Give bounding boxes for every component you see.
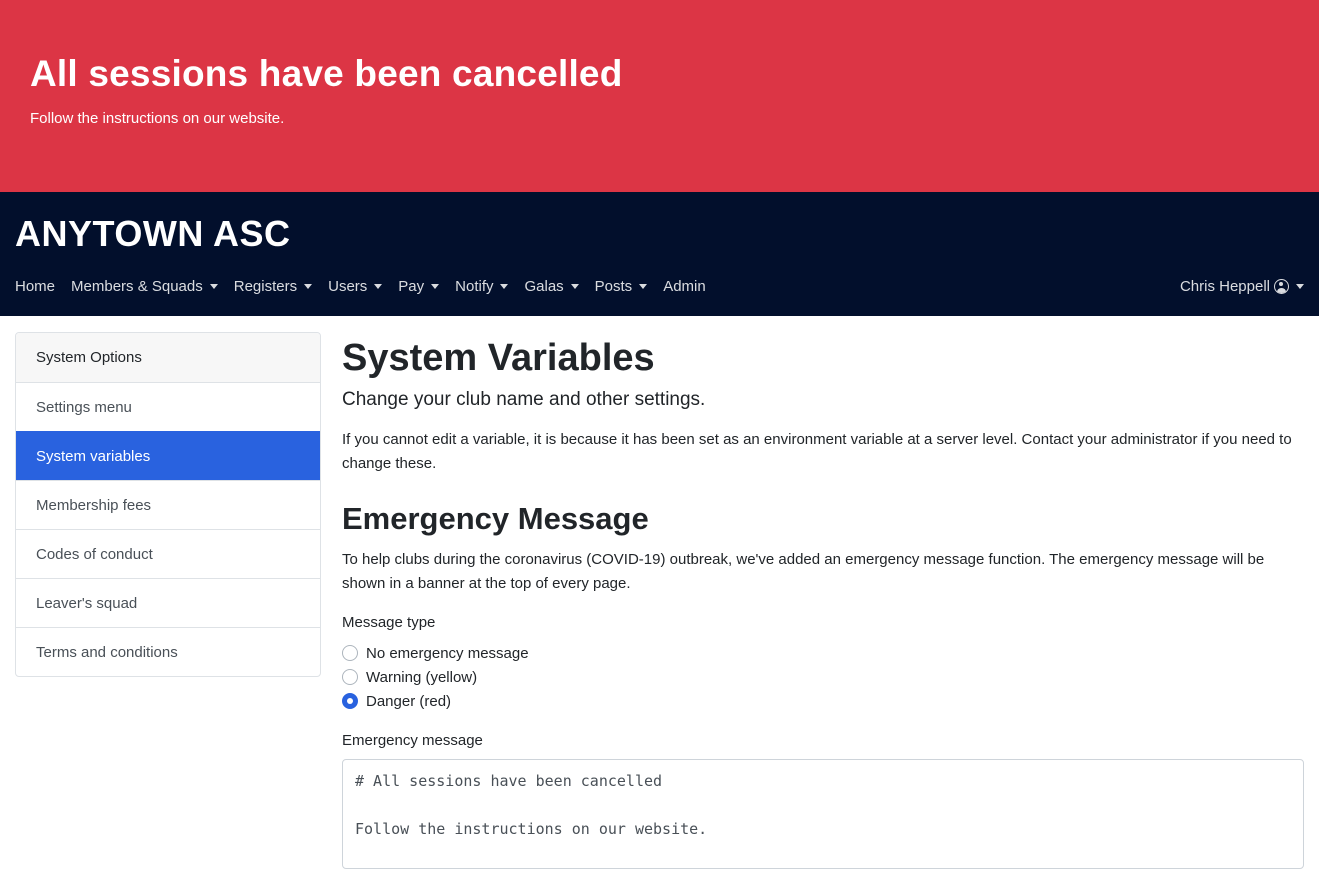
radio-label: Danger (red)	[366, 692, 452, 710]
caret-down-icon	[1296, 284, 1304, 289]
nav-item-label: Users	[328, 278, 368, 295]
radio-button-danger[interactable]	[342, 693, 358, 709]
sidebar-item-codes-of-conduct[interactable]: Codes of conduct	[16, 529, 320, 578]
radio-option-none[interactable]: No emergency message	[342, 641, 1304, 665]
nav-item-members-squads[interactable]: Members & Squads	[71, 278, 218, 295]
page-lead: Change your club name and other settings…	[342, 389, 706, 410]
nav-item-registers[interactable]: Registers	[233, 278, 313, 295]
emergency-message-label: Emergency message	[342, 732, 483, 749]
sidebar-item-leavers-squad[interactable]: Leaver's squad	[16, 578, 320, 627]
user-menu[interactable]: Chris Heppell	[1180, 278, 1304, 295]
radio-option-warning[interactable]: Warning (yellow)	[342, 665, 1304, 689]
nav-item-home[interactable]: Home	[15, 278, 55, 295]
user-name: Chris Heppell	[1179, 278, 1270, 295]
sidebar-item-membership-fees[interactable]: Membership fees	[16, 480, 320, 529]
nav-menu: Home Members & Squads Registers Users Pa…	[15, 278, 722, 295]
environment-note: If you cannot edit a variable, it is bec…	[342, 431, 1292, 472]
sidebar-item-system-variables[interactable]: System variables	[16, 431, 320, 480]
nav-item-admin[interactable]: Admin	[663, 278, 706, 295]
caret-down-icon	[304, 284, 313, 289]
emergency-banner-message: Follow the instructions on our website.	[30, 110, 285, 127]
emergency-message-textarea[interactable]: # All sessions have been cancelled Follo…	[342, 759, 1304, 869]
sidebar-header: System Options	[16, 333, 320, 382]
nav-item-label: Pay	[398, 278, 425, 295]
radio-label: No emergency message	[366, 644, 529, 662]
section-heading-emergency: Emergency Message	[342, 501, 649, 536]
caret-down-icon	[500, 284, 509, 289]
emergency-banner: All sessions have been cancelled Follow …	[0, 0, 1319, 192]
radio-button-none[interactable]	[342, 645, 358, 661]
nav-item-label: Registers	[233, 278, 298, 295]
brand-logo[interactable]: ANYTOWN ASC	[15, 214, 1304, 254]
page-content: System Options Settings menu System vari…	[0, 316, 1319, 869]
nav-item-label: Members & Squads	[71, 278, 203, 295]
radio-option-danger[interactable]: Danger (red)	[342, 689, 1304, 713]
sidebar-item-terms-and-conditions[interactable]: Terms and conditions	[16, 627, 320, 676]
nav-item-label: Home	[15, 278, 56, 295]
nav-item-pay[interactable]: Pay	[398, 278, 440, 295]
page-title: System Variables	[342, 337, 655, 379]
radio-button-warning[interactable]	[342, 669, 358, 685]
user-circle-icon	[1274, 279, 1289, 294]
message-type-radio-group: No emergency message Warning (yellow) Da…	[342, 641, 1304, 713]
navbar: ANYTOWN ASC Home Members & Squads Regist…	[0, 192, 1319, 316]
nav-item-label: Admin	[663, 278, 706, 295]
caret-down-icon	[209, 284, 218, 289]
main-panel: System Variables Change your club name a…	[342, 332, 1304, 869]
caret-down-icon	[639, 284, 648, 289]
caret-down-icon	[374, 284, 383, 289]
sidebar-item-settings-menu[interactable]: Settings menu	[16, 382, 320, 431]
emergency-banner-title: All sessions have been cancelled	[30, 53, 623, 94]
nav-item-galas[interactable]: Galas	[524, 278, 579, 295]
nav-item-notify[interactable]: Notify	[455, 278, 509, 295]
emergency-description: To help clubs during the coronavirus (CO…	[342, 551, 1265, 592]
nav-item-users[interactable]: Users	[328, 278, 383, 295]
radio-label: Warning (yellow)	[366, 668, 478, 686]
sidebar: System Options Settings menu System vari…	[15, 332, 321, 677]
caret-down-icon	[570, 284, 579, 289]
caret-down-icon	[431, 284, 440, 289]
nav-item-label: Galas	[524, 278, 564, 295]
message-type-label: Message type	[342, 614, 436, 631]
nav-item-label: Notify	[455, 278, 494, 295]
nav-item-label: Posts	[594, 278, 633, 295]
nav-item-posts[interactable]: Posts	[595, 278, 648, 295]
